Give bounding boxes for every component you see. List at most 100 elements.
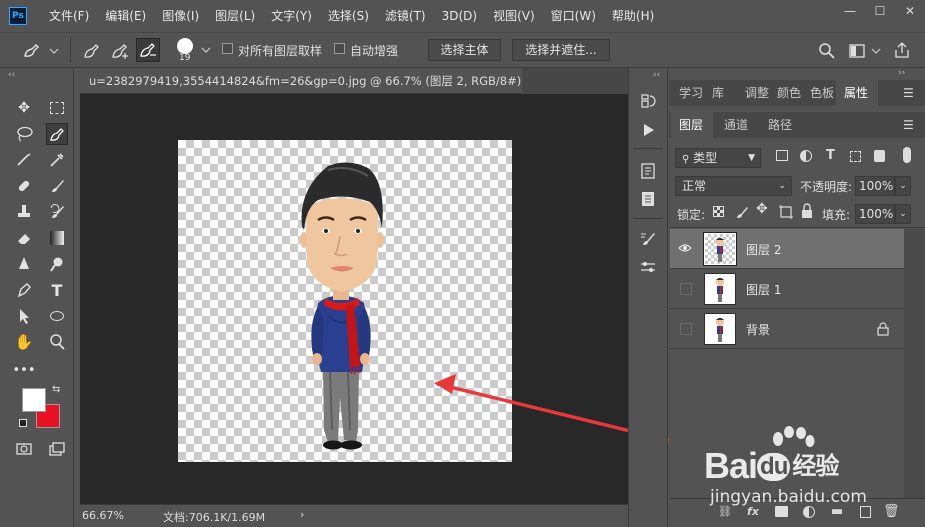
close-window-button[interactable]: ✕ bbox=[895, 0, 925, 22]
quick-mask-icon[interactable] bbox=[13, 438, 35, 460]
menu-edit[interactable]: 编辑(E) bbox=[97, 0, 154, 32]
tab-learn[interactable]: 学习 bbox=[679, 80, 703, 106]
select-and-mask-button[interactable]: 选择并遮住... bbox=[512, 39, 610, 61]
crop-tool-icon[interactable] bbox=[13, 149, 35, 171]
type-tool-icon[interactable]: T bbox=[46, 279, 68, 301]
lock-transparent-icon[interactable] bbox=[713, 206, 724, 217]
layer-row[interactable]: 背景 bbox=[670, 309, 904, 349]
maximize-button[interactable]: ☐ bbox=[865, 0, 895, 22]
search-icon[interactable] bbox=[818, 42, 836, 60]
layer-row[interactable]: 图层 1 bbox=[670, 269, 904, 309]
menu-file[interactable]: 文件(F) bbox=[41, 0, 97, 32]
eye-icon[interactable] bbox=[678, 241, 692, 255]
menu-filter[interactable]: 滤镜(T) bbox=[377, 0, 434, 32]
foreground-color-swatch[interactable] bbox=[22, 388, 46, 412]
collapse-toolbar-icon[interactable]: ‹‹ bbox=[8, 70, 15, 80]
opacity-input[interactable]: 100% bbox=[855, 176, 895, 196]
chevron-down-icon[interactable] bbox=[200, 45, 212, 55]
chevron-down-icon[interactable]: ⌄ bbox=[895, 204, 911, 224]
menu-window[interactable]: 窗口(W) bbox=[543, 0, 604, 32]
tab-swatches[interactable]: 色板 bbox=[810, 80, 834, 106]
fill-input[interactable]: 100% bbox=[855, 204, 895, 224]
visibility-toggle[interactable] bbox=[680, 283, 692, 295]
gradient-tool-icon[interactable] bbox=[46, 227, 68, 249]
history-brush-tool-icon[interactable] bbox=[46, 201, 68, 223]
expand-panels-icon[interactable]: ‹‹ bbox=[653, 70, 660, 80]
panel-menu-icon[interactable]: ☰ bbox=[903, 86, 914, 100]
menu-select[interactable]: 选择(S) bbox=[320, 0, 377, 32]
chevron-down-icon[interactable]: ⌄ bbox=[895, 176, 911, 196]
collapse-dock-icon[interactable]: ›› bbox=[898, 68, 905, 78]
layer-row[interactable]: 图层 2 bbox=[670, 229, 904, 269]
layer-name[interactable]: 图层 1 bbox=[746, 281, 781, 298]
tab-channels[interactable]: 通道 bbox=[724, 112, 748, 138]
healing-brush-tool-icon[interactable] bbox=[13, 175, 35, 197]
layer-name[interactable]: 背景 bbox=[746, 321, 770, 338]
swap-colors-icon[interactable]: ⇆ bbox=[52, 384, 60, 395]
default-colors-icon[interactable] bbox=[19, 419, 27, 427]
eyedropper-tool-icon[interactable] bbox=[46, 149, 68, 171]
menu-image[interactable]: 图像(I) bbox=[154, 0, 207, 32]
adjustments-sliders-icon[interactable] bbox=[637, 256, 659, 278]
pen-tool-icon[interactable] bbox=[13, 279, 35, 301]
subtract-selection-button[interactable] bbox=[136, 38, 160, 62]
filter-pixel-icon[interactable] bbox=[776, 150, 788, 161]
add-to-selection-icon[interactable] bbox=[110, 41, 130, 61]
layer-filter-select[interactable]: ⚲ 类型 ▼ bbox=[675, 148, 761, 168]
lock-artboard-icon[interactable] bbox=[778, 204, 794, 220]
filter-type-icon[interactable]: T bbox=[826, 148, 835, 163]
more-tools-icon[interactable]: ••• bbox=[13, 359, 36, 381]
document-size[interactable]: 文档:706.1K/1.69M bbox=[163, 509, 265, 525]
history-icon[interactable] bbox=[637, 90, 659, 112]
screen-mode-icon[interactable] bbox=[46, 438, 68, 460]
lock-all-icon[interactable] bbox=[800, 203, 814, 219]
status-arrow-icon[interactable]: › bbox=[300, 508, 304, 521]
tab-adjustments[interactable]: 调整 bbox=[745, 80, 769, 106]
menu-help[interactable]: 帮助(H) bbox=[604, 0, 662, 32]
blur-tool-icon[interactable] bbox=[13, 253, 35, 275]
hand-tool-icon[interactable]: ✋ bbox=[13, 331, 35, 353]
ellipse-tool-icon[interactable] bbox=[46, 305, 68, 327]
dodge-tool-icon[interactable] bbox=[46, 253, 68, 275]
tool-preset-picker-icon[interactable] bbox=[20, 41, 60, 61]
marquee-tool-icon[interactable] bbox=[46, 97, 68, 119]
minimize-button[interactable]: — bbox=[835, 0, 865, 22]
filter-shape-icon[interactable] bbox=[850, 151, 861, 162]
move-tool-icon[interactable]: ✥ bbox=[13, 97, 35, 119]
select-subject-button[interactable]: 选择主体 bbox=[428, 39, 501, 61]
eraser-tool-icon[interactable] bbox=[13, 227, 35, 249]
tab-paths[interactable]: 路径 bbox=[768, 112, 792, 138]
lock-position-icon[interactable]: ✥ bbox=[756, 201, 768, 217]
notes-icon[interactable] bbox=[637, 188, 659, 210]
layers-menu-icon[interactable]: ☰ bbox=[903, 118, 914, 132]
tab-properties[interactable]: 属性 bbox=[836, 80, 878, 106]
photoshop-logo[interactable]: Ps bbox=[9, 7, 27, 25]
lasso-tool-icon[interactable] bbox=[13, 123, 35, 145]
sample-all-layers-checkbox[interactable] bbox=[222, 43, 233, 54]
tab-layers[interactable]: 图层 bbox=[671, 112, 713, 138]
auto-enhance-checkbox[interactable] bbox=[334, 43, 345, 54]
filter-smart-object-icon[interactable] bbox=[874, 150, 885, 162]
document-tab[interactable]: u=2382979419,3554414824&fm=26&gp=0.jpg @… bbox=[80, 68, 522, 94]
brush-settings-icon[interactable] bbox=[637, 228, 659, 250]
path-selection-tool-icon[interactable] bbox=[13, 305, 35, 327]
visibility-toggle[interactable] bbox=[680, 323, 692, 335]
new-selection-icon[interactable] bbox=[82, 41, 102, 61]
filter-adjustment-icon[interactable] bbox=[800, 150, 812, 162]
clone-stamp-tool-icon[interactable] bbox=[13, 201, 35, 223]
lock-image-icon[interactable] bbox=[734, 204, 750, 220]
tab-color[interactable]: 颜色 bbox=[777, 80, 801, 106]
menu-type[interactable]: 文字(Y) bbox=[263, 0, 320, 32]
zoom-tool-icon[interactable] bbox=[46, 331, 68, 353]
brush-tool-icon[interactable] bbox=[46, 175, 68, 197]
menu-3d[interactable]: 3D(D) bbox=[434, 0, 485, 32]
info-icon[interactable] bbox=[637, 160, 659, 182]
filter-toggle-icon[interactable] bbox=[903, 147, 911, 163]
tab-libraries[interactable]: 库 bbox=[712, 80, 724, 106]
workspace-icon[interactable] bbox=[848, 42, 882, 60]
zoom-level[interactable]: 66.67% bbox=[82, 509, 124, 522]
menu-view[interactable]: 视图(V) bbox=[485, 0, 543, 32]
lock-icon[interactable] bbox=[877, 322, 889, 336]
blend-mode-select[interactable]: 正常 ⌄ bbox=[675, 176, 792, 196]
menu-layer[interactable]: 图层(L) bbox=[207, 0, 263, 32]
